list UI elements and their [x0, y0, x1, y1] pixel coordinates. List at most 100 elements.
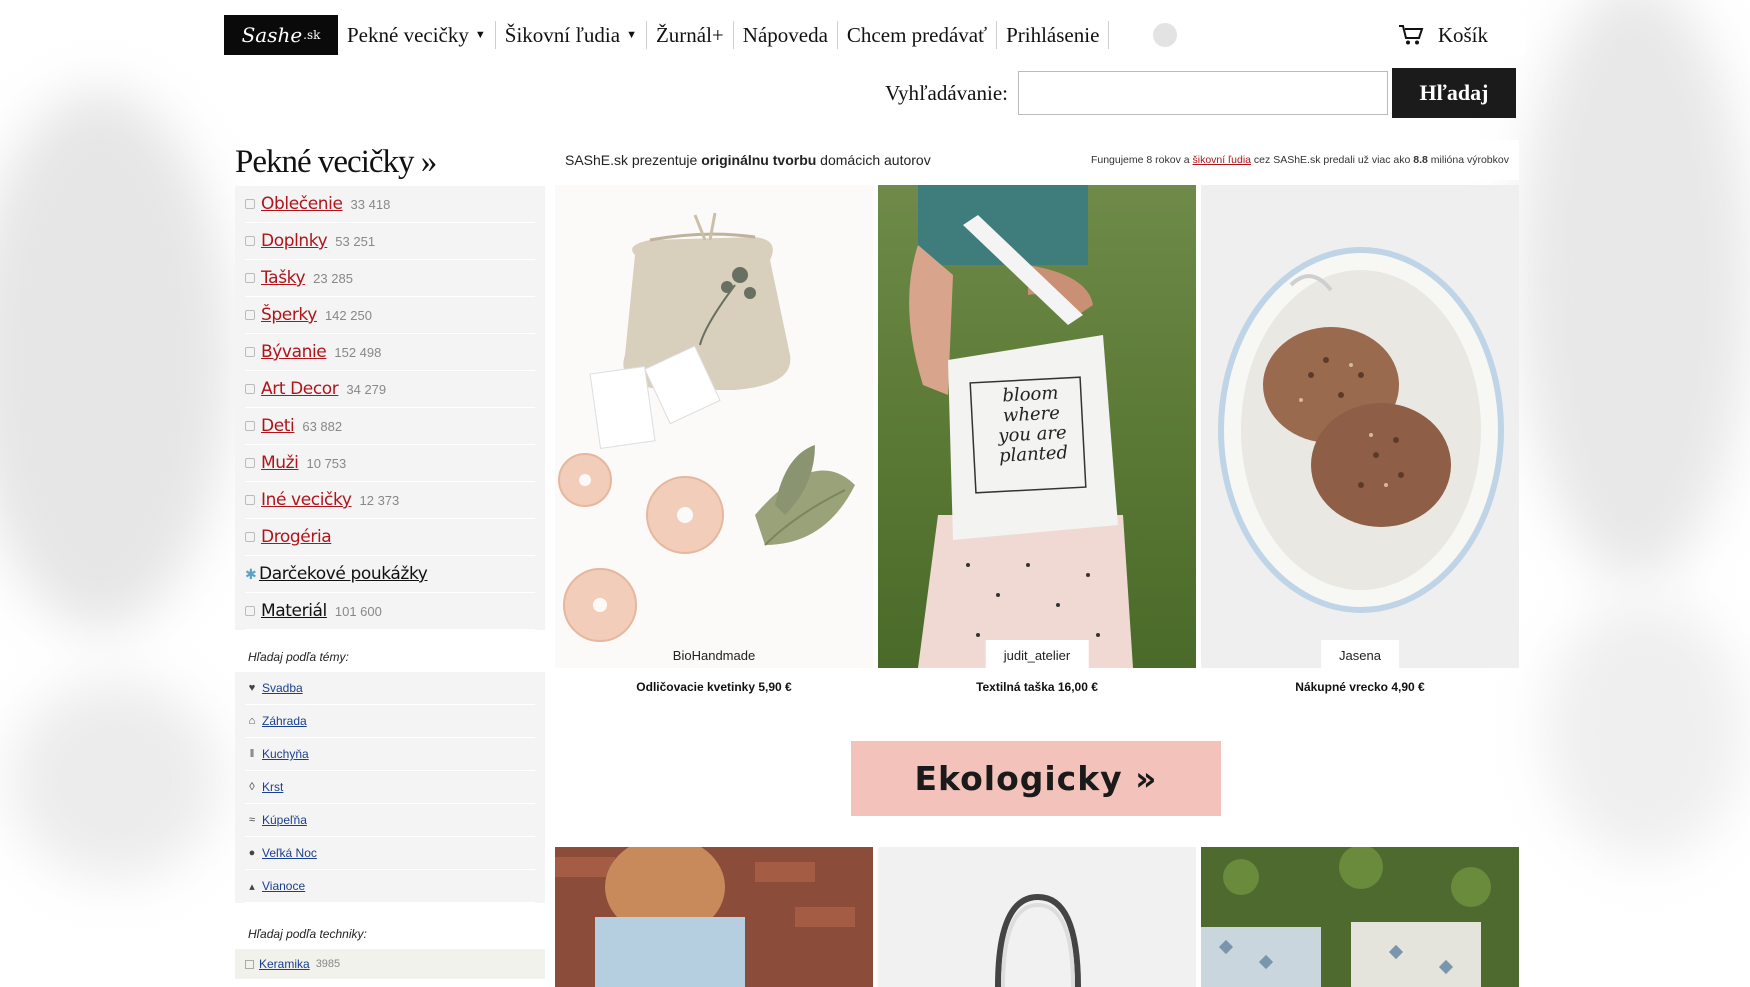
product-title[interactable]: Nákupné vrecko 4,90 €	[1201, 680, 1519, 694]
technique-link[interactable]: Keramika	[259, 957, 310, 971]
theme-item-vianoce[interactable]: ▴ Vianoce	[245, 870, 535, 903]
category-link[interactable]: Materiál	[261, 601, 327, 621]
bullet-icon	[245, 347, 255, 357]
category-count: 33 418	[350, 196, 391, 212]
category-count: 101 600	[334, 603, 382, 619]
theme-link[interactable]: Kuchyňa	[262, 747, 309, 761]
theme-link[interactable]: Vianoce	[262, 879, 305, 893]
product-image[interactable]: bloom where you are planted judit_atelier	[878, 185, 1196, 668]
shop-name-tag[interactable]: BioHandmade	[655, 640, 773, 668]
theme-item-kupelna[interactable]: ≈ Kúpeľňa	[245, 804, 535, 837]
product-card[interactable]: bloom where you are planted judit_atelier T…	[878, 185, 1196, 694]
search-input[interactable]	[1018, 71, 1388, 115]
category-link[interactable]: Tašky	[261, 268, 306, 288]
theme-link[interactable]: Svadba	[262, 681, 303, 695]
nav-pekne-vecicky[interactable]: Pekné vecičky ▼	[338, 21, 496, 49]
shop-name-tag[interactable]: judit_atelier	[985, 640, 1089, 668]
category-link[interactable]: Art Decor	[261, 379, 339, 399]
category-item-art-decor[interactable]: Art Decor 34 279	[245, 371, 535, 408]
product-image[interactable]	[1201, 847, 1519, 987]
theme-link[interactable]: Kúpeľňa	[262, 813, 307, 827]
category-item-deti[interactable]: Deti 63 882	[245, 408, 535, 445]
category-count: 53 251	[335, 233, 376, 249]
bullet-icon	[245, 421, 255, 431]
theme-link[interactable]: Záhrada	[262, 714, 307, 728]
category-count: 142 250	[324, 307, 372, 323]
notification-dot-icon	[1153, 23, 1178, 47]
category-item-material[interactable]: Materiál 101 600	[245, 593, 535, 630]
product-card[interactable]: Jasena Nákupné vrecko 4,90 €	[1201, 185, 1519, 694]
cart-icon	[1398, 25, 1424, 45]
nav-zurnal[interactable]: Žurnál+	[647, 21, 734, 49]
search-button[interactable]: Hľadaj	[1392, 68, 1516, 118]
ekologicky-cta-button[interactable]: Ekologicky »	[851, 741, 1221, 816]
theme-link[interactable]: Krst	[262, 780, 283, 794]
category-count: 63 882	[302, 418, 343, 434]
bag-print-text: bloom where you are planted	[997, 382, 1069, 467]
sidebar-title[interactable]: Pekné vecičky »	[235, 140, 545, 184]
category-link[interactable]: Doplnky	[261, 231, 328, 251]
main-content: SAShE.sk prezentuje originálnu tvorbu do…	[555, 140, 1519, 987]
bullet-icon	[245, 606, 255, 616]
category-count: 10 753	[306, 455, 347, 471]
category-item-muzi[interactable]: Muži 10 753	[245, 445, 535, 482]
cutlery-icon: ‖	[249, 748, 255, 760]
nav-napoveda[interactable]: Nápoveda	[734, 21, 838, 49]
category-item-sperky[interactable]: Šperky 142 250	[245, 297, 535, 334]
category-link[interactable]: Šperky	[261, 305, 317, 325]
category-link[interactable]: Bývanie	[261, 342, 327, 362]
shop-name-tag[interactable]: Jasena	[1321, 640, 1399, 668]
category-item-drogeria[interactable]: Drogéria	[245, 519, 535, 556]
house-icon: ⌂	[248, 715, 256, 727]
category-link[interactable]: Drogéria	[261, 527, 332, 547]
category-item-oblecenie[interactable]: Oblečenie 33 418	[245, 186, 535, 223]
snowflake-icon: ✱	[245, 565, 257, 582]
caret-down-icon: ▼	[474, 29, 486, 41]
cart-button[interactable]: Košík	[1398, 23, 1488, 48]
sashe-logo[interactable]: Sashe .sk	[224, 15, 338, 55]
category-list: Oblečenie 33 418 Doplnky 53 251 Tašky 23 28…	[235, 186, 545, 630]
product-grid: BioHandmade Odličovacie kvetinky 5,90 €	[555, 185, 1519, 694]
technique-count: 3985	[315, 958, 341, 970]
category-count: 12 373	[359, 492, 400, 508]
theme-item-kuchyna[interactable]: ‖ Kuchyňa	[245, 738, 535, 771]
top-navigation: Sashe .sk Pekné vecičky ▼ Šikovní ľudia ▼ Ž…	[224, 15, 1526, 55]
category-link[interactable]: Deti	[261, 416, 295, 436]
theme-item-zahrada[interactable]: ⌂ Záhrada	[245, 705, 535, 738]
category-link[interactable]: Oblečenie	[261, 194, 343, 214]
stats-text: Fungujeme 8 rokov a šikovní ľudia cez SA…	[1090, 154, 1509, 166]
intro-text: SAShE.sk prezentuje originálnu tvorbu do…	[565, 152, 931, 168]
product-title[interactable]: Odličovacie kvetinky 5,90 €	[555, 680, 873, 694]
product-image[interactable]: BioHandmade	[555, 185, 873, 668]
nav-sikovni-ludia[interactable]: Šikovní ľudia ▼	[496, 21, 647, 49]
bullet-icon	[245, 273, 255, 283]
category-link[interactable]: Iné vecičky	[261, 490, 352, 510]
theme-list: ♥ Svadba ⌂ Záhrada ‖ Kuchyňa ◊ Krst ≈ Kúpeľňa…	[235, 672, 545, 903]
info-bar: SAShE.sk prezentuje originálnu tvorbu do…	[555, 140, 1519, 180]
theme-item-velka-noc[interactable]: ● Veľká Noc	[245, 837, 535, 870]
product-image[interactable]	[878, 847, 1196, 987]
theme-item-krst[interactable]: ◊ Krst	[245, 771, 535, 804]
nav-prihlasenie[interactable]: Prihlásenie	[997, 21, 1110, 49]
category-link[interactable]: Darčekové poukážky	[259, 564, 428, 584]
category-link[interactable]: Muži	[261, 453, 299, 473]
category-item-ine-vecicky[interactable]: Iné vecičky 12 373	[245, 482, 535, 519]
product-card[interactable]: BioHandmade Odličovacie kvetinky 5,90 €	[555, 185, 873, 694]
category-item-darcekove-poukazky[interactable]: ✱ Darčekové poukážky	[245, 556, 535, 593]
theme-item-svadba[interactable]: ♥ Svadba	[245, 672, 535, 705]
category-item-byvanie[interactable]: Bývanie 152 498	[245, 334, 535, 371]
nav-chcem-predavat[interactable]: Chcem predávať	[838, 21, 998, 49]
technique-heading: Hľadaj podľa techniky:	[248, 927, 367, 941]
bullet-icon	[245, 310, 255, 320]
category-item-tasky[interactable]: Tašky 23 285	[245, 260, 535, 297]
product-image[interactable]: Jasena	[1201, 185, 1519, 668]
technique-item-keramika[interactable]: Keramika 3985	[235, 949, 545, 979]
sikovni-ludia-link[interactable]: šikovní ľudia	[1193, 154, 1252, 166]
category-item-doplnky[interactable]: Doplnky 53 251	[245, 223, 535, 260]
egg-icon: ●	[248, 847, 256, 859]
theme-link[interactable]: Veľká Noc	[262, 846, 317, 860]
bullet-icon	[245, 959, 254, 969]
product-title[interactable]: Textilná taška 16,00 €	[878, 680, 1196, 694]
product-image[interactable]	[555, 847, 873, 987]
bullet-icon	[245, 495, 255, 505]
